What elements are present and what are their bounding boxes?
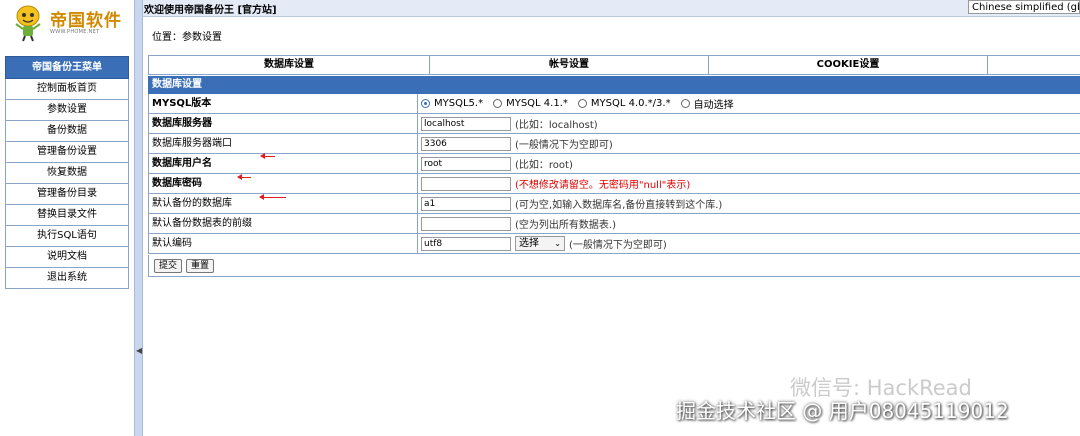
db-user-label: 数据库用户名 xyxy=(149,154,418,173)
radio-checked-icon[interactable] xyxy=(421,99,430,108)
section-title: 数据库设置 xyxy=(148,76,1080,94)
settings-tabs: 数据库设置 帐号设置 COOKIE设置 xyxy=(148,55,1080,75)
db-server-input[interactable]: localhost xyxy=(421,116,511,131)
reset-button[interactable]: 重置 xyxy=(186,259,215,273)
charset-input[interactable]: utf8 xyxy=(421,236,511,251)
logo-brand: 帝国软件 xyxy=(50,11,122,31)
menu-item-manage-backup-settings[interactable]: 管理备份设置 xyxy=(5,142,129,163)
radio-mysql40[interactable]: MYSQL 4.0.*/3.* xyxy=(577,98,671,109)
radio-unchecked-icon[interactable] xyxy=(577,99,587,108)
charset-label: 默认编码 xyxy=(149,234,418,253)
tab-cookie[interactable]: COOKIE设置 xyxy=(708,56,987,74)
radio-unchecked-icon[interactable] xyxy=(493,99,503,108)
charset-hint: (一般情况下为空即可) xyxy=(569,240,667,251)
tab-account[interactable]: 帐号设置 xyxy=(429,56,708,74)
menu-item-backup[interactable]: 备份数据 xyxy=(5,121,129,142)
welcome-text: 欢迎使用帝国备份王 [官方站] xyxy=(144,5,277,16)
top-bar: 欢迎使用帝国备份王 [官方站] Chinese simplified (gb23 xyxy=(143,0,1080,17)
form-row-mysql-version: MYSQL版本 MYSQL5.* MYSQL 4.1.* MYSQL 4.0.*… xyxy=(148,94,1080,114)
tab-extra[interactable] xyxy=(987,56,1080,74)
default-db-hint: (可为空,如输入数据库名,备份直接转到这个库.) xyxy=(515,200,723,211)
radio-mysql5[interactable]: MYSQL5.* xyxy=(421,98,483,109)
menu-item-replace-dir-files[interactable]: 替换目录文件 xyxy=(5,205,129,226)
tab-database[interactable]: 数据库设置 xyxy=(148,56,429,74)
mysql-version-label: MYSQL版本 xyxy=(149,94,418,113)
menu-item-manage-backup-dir[interactable]: 管理备份目录 xyxy=(5,184,129,205)
db-server-label: 数据库服务器 xyxy=(149,114,418,133)
menu-item-restore[interactable]: 恢复数据 xyxy=(5,163,129,184)
radio-auto[interactable]: 自动选择 xyxy=(680,96,734,111)
db-password-hint: (不想修改请留空。无密码用"null"表示) xyxy=(515,180,691,191)
form-row-db-password: 数据库密码 (不想修改请留空。无密码用"null"表示) xyxy=(148,174,1080,194)
juejin-watermark: 掘金技术社区 @ 用户08045119012 xyxy=(676,399,1009,423)
logo: 帝国软件 WWW.PHOME.NET xyxy=(10,2,128,42)
default-db-input[interactable]: a1 xyxy=(421,196,511,211)
mascot-icon xyxy=(15,5,41,42)
left-pane: 帝国软件 WWW.PHOME.NET 帝国备份王菜单 控制面板首页 参数设置 备… xyxy=(0,0,134,436)
breadcrumb: 位置：参数设置 xyxy=(152,32,222,43)
menu-item-logout[interactable]: 退出系统 xyxy=(5,268,129,289)
db-user-hint: (比如：root) xyxy=(515,160,573,171)
charset-select[interactable]: 选择 ⌄ xyxy=(515,236,565,251)
chevron-down-icon: ⌄ xyxy=(554,239,561,248)
menu-item-run-sql[interactable]: 执行SQL语句 xyxy=(5,226,129,247)
form-row-charset: 默认编码 utf8 选择 ⌄ (一般情况下为空即可) xyxy=(148,234,1080,254)
menu-item-dashboard[interactable]: 控制面板首页 xyxy=(5,79,129,100)
form-row-db-server: 数据库服务器 localhost (比如：localhost) xyxy=(148,114,1080,134)
submit-button[interactable]: 提交 xyxy=(154,259,183,273)
db-password-label: 数据库密码 xyxy=(149,174,418,193)
menu-item-settings[interactable]: 参数设置 xyxy=(5,100,129,121)
db-port-input[interactable]: 3306 xyxy=(421,136,511,151)
db-server-hint: (比如：localhost) xyxy=(515,120,598,131)
language-select[interactable]: Chinese simplified (gb23 xyxy=(968,0,1080,14)
db-port-hint: (一般情况下为空即可) xyxy=(515,140,613,151)
annotation-arrow-icon xyxy=(260,153,275,159)
annotation-arrow-icon xyxy=(237,174,251,180)
side-menu: 帝国备份王菜单 控制面板首页 参数设置 备份数据 管理备份设置 恢复数据 管理备… xyxy=(5,56,129,289)
menu-title: 帝国备份王菜单 xyxy=(5,56,129,79)
annotation-arrow-icon xyxy=(259,194,286,200)
menu-item-docs[interactable]: 说明文档 xyxy=(5,247,129,268)
db-port-label: 数据库服务器端口 xyxy=(149,134,418,153)
form-actions: 提交 重置 xyxy=(148,255,1080,277)
table-prefix-hint: (空为列出所有数据表.) xyxy=(515,220,616,231)
collapse-arrow-icon[interactable]: ◀ xyxy=(136,346,142,355)
db-user-input[interactable]: root xyxy=(421,156,511,171)
radio-mysql41[interactable]: MYSQL 4.1.* xyxy=(493,98,568,109)
app-window: 帝国软件 WWW.PHOME.NET 帝国备份王菜单 控制面板首页 参数设置 备… xyxy=(0,0,1080,436)
settings-form: MYSQL版本 MYSQL5.* MYSQL 4.1.* MYSQL 4.0.*… xyxy=(148,94,1080,254)
form-row-table-prefix: 默认备份数据表的前缀 (空为列出所有数据表.) xyxy=(148,214,1080,234)
logo-url: WWW.PHOME.NET xyxy=(50,29,100,35)
table-prefix-label: 默认备份数据表的前缀 xyxy=(149,214,418,233)
form-row-db-port: 数据库服务器端口 3306 (一般情况下为空即可) xyxy=(148,134,1080,154)
db-password-input[interactable] xyxy=(421,176,511,191)
form-row-default-db: 默认备份的数据库 a1 (可为空,如输入数据库名,备份直接转到这个库.) xyxy=(148,194,1080,214)
table-prefix-input[interactable] xyxy=(421,216,511,231)
frame-splitter[interactable]: ◀ xyxy=(134,0,143,436)
form-row-db-user: 数据库用户名 root (比如：root) xyxy=(148,154,1080,174)
radio-unchecked-icon[interactable] xyxy=(680,99,690,108)
